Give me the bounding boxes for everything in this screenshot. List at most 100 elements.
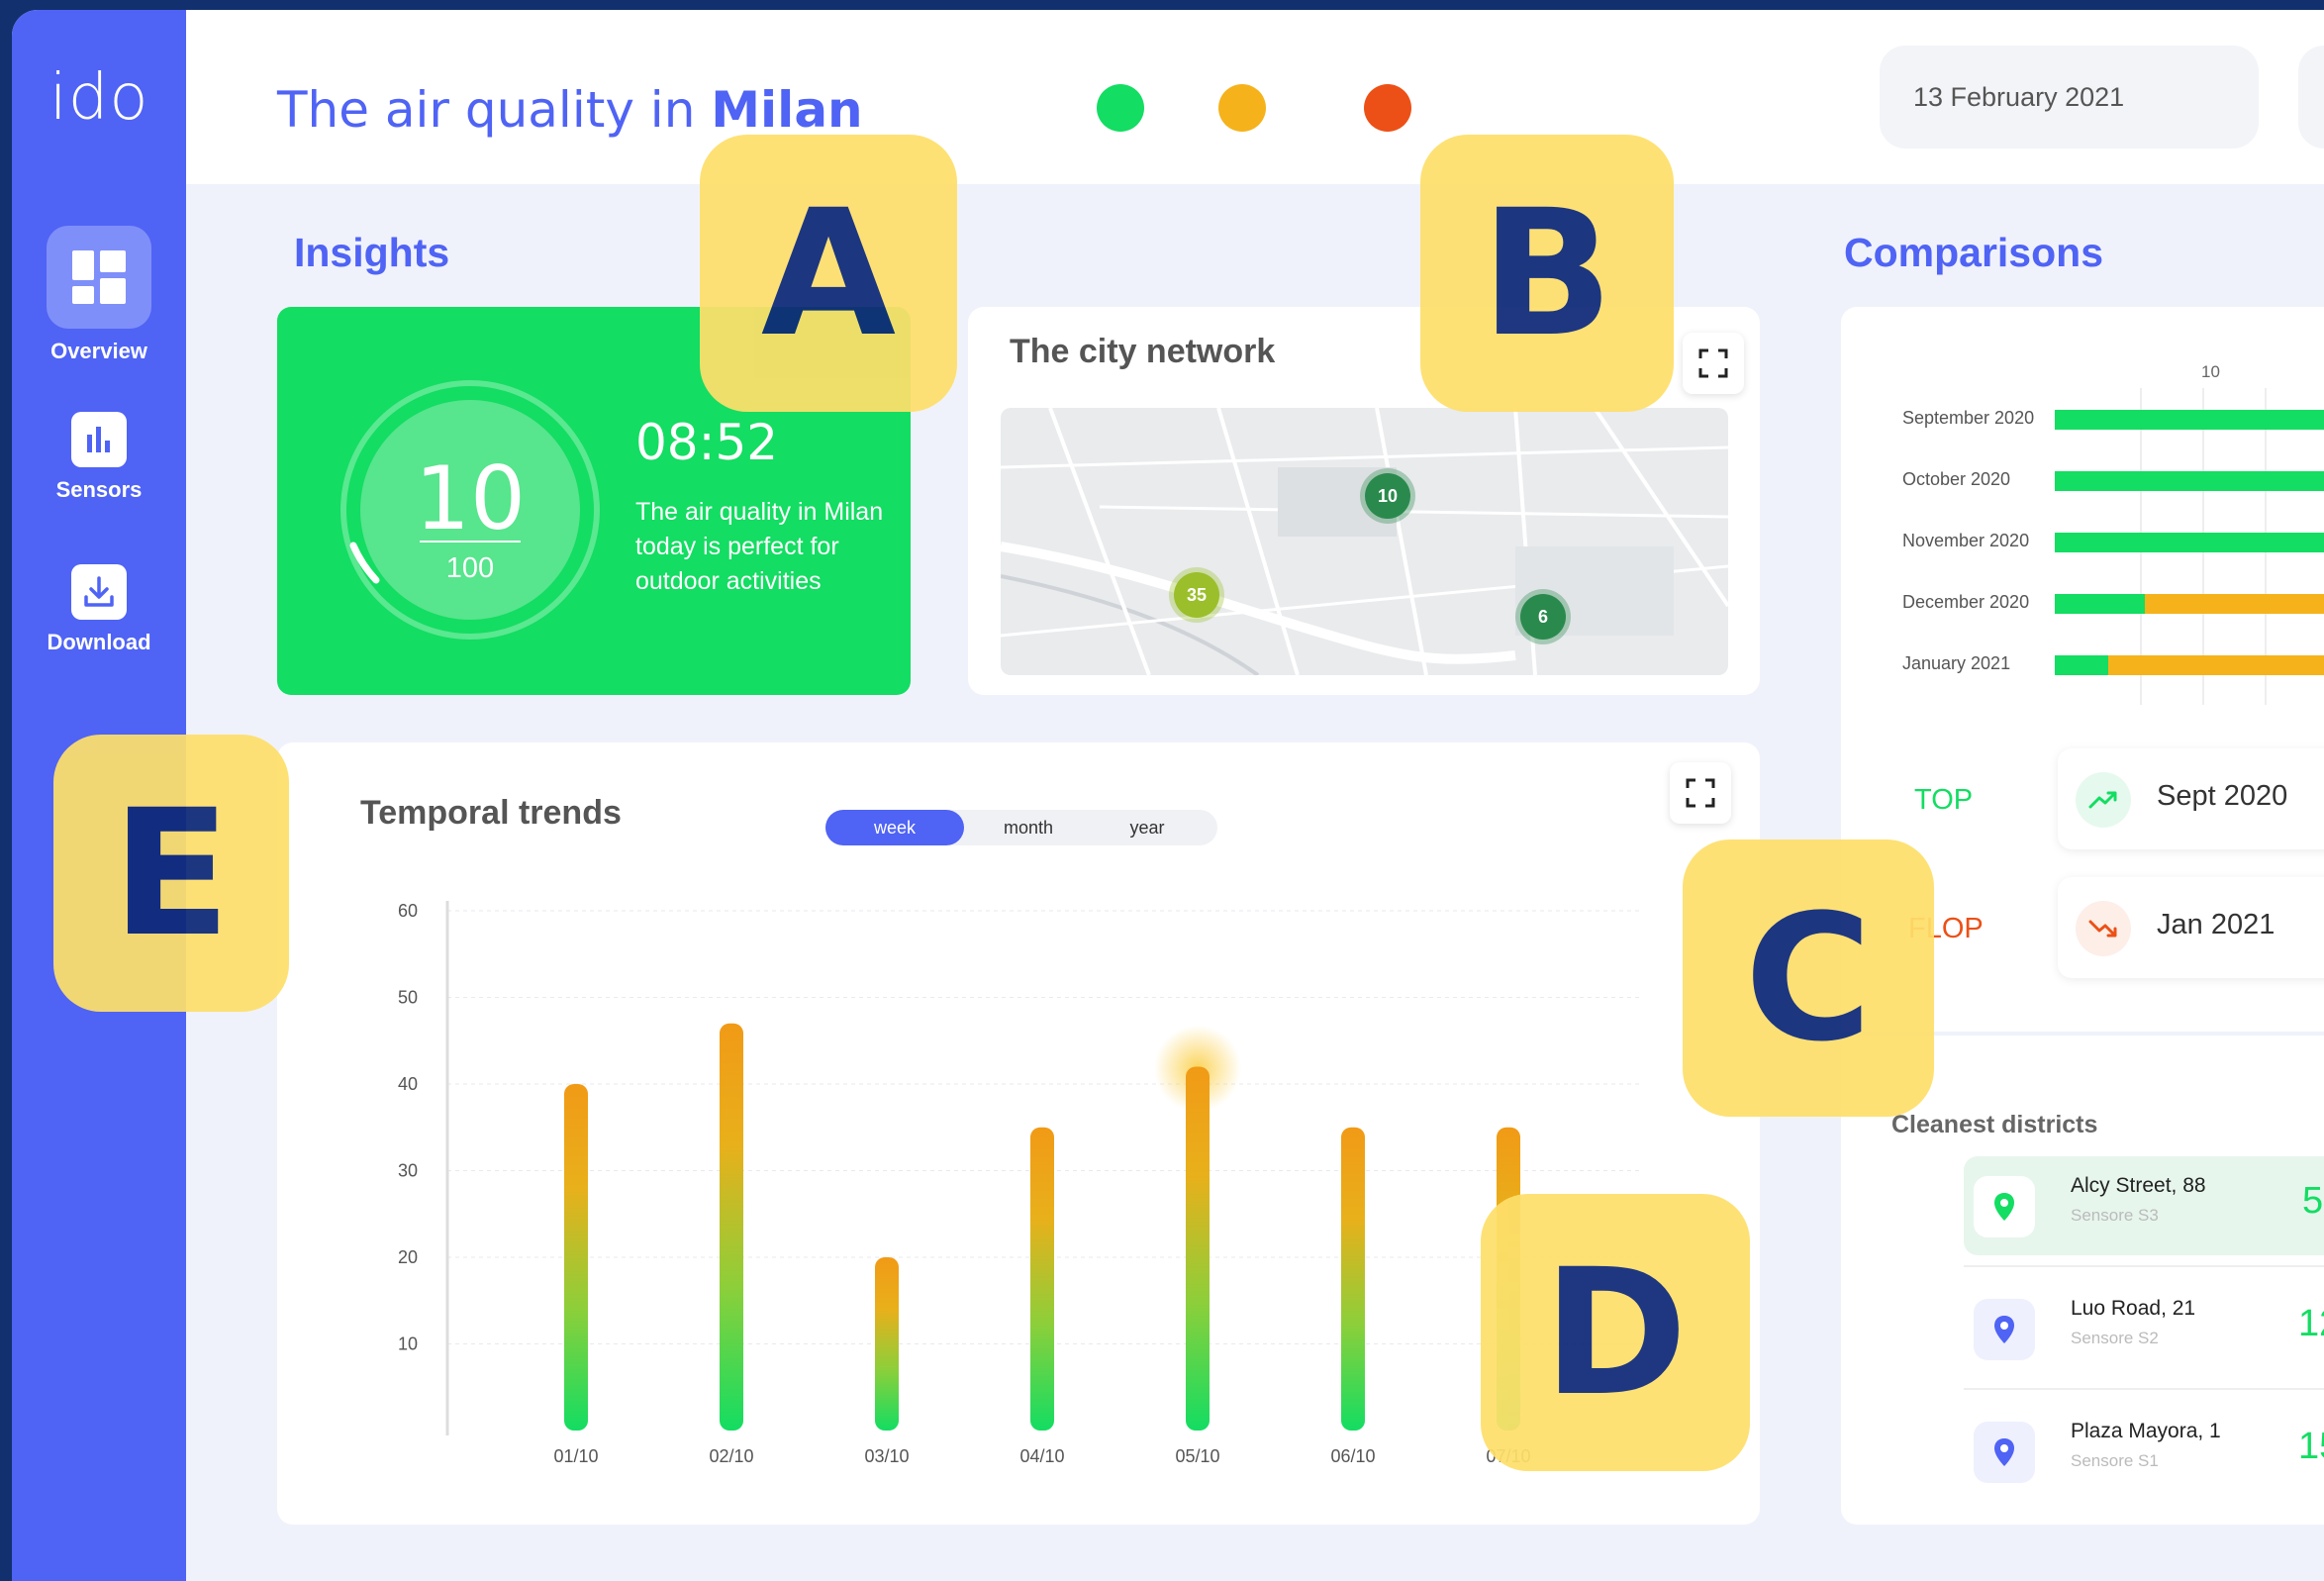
tab-year[interactable]: year: [1093, 810, 1202, 845]
x-tick-label: 02/10: [709, 1446, 753, 1466]
insight-description: The air quality in Milan today is perfec…: [635, 498, 884, 595]
top-label: TOP: [1914, 784, 1974, 816]
divider: [1964, 1388, 2324, 1390]
comparison-bar: [2055, 471, 2324, 491]
trending-down-icon: [2076, 901, 2131, 956]
download-icon: [71, 564, 127, 620]
annotation-badge-b: B: [1420, 135, 1674, 412]
expand-map-button[interactable]: [1683, 333, 1744, 394]
divider: [1964, 1265, 2324, 1267]
status-dot-good: [1097, 84, 1144, 132]
chart-bar: [1186, 1066, 1210, 1431]
chart-bar: [1341, 1127, 1365, 1431]
cleanest-districts-title: Cleanest districts: [1891, 1111, 2098, 1138]
comparison-month-label: December 2020: [1902, 592, 2030, 612]
gauge-divider: [420, 541, 521, 543]
chart-bar: [1030, 1127, 1054, 1431]
city-map[interactable]: 10 35 6: [1001, 408, 1728, 675]
chart-bar: [720, 1023, 743, 1431]
period-toggle: week month year: [825, 810, 1217, 845]
x-tick-label: 03/10: [864, 1446, 909, 1466]
gauge-value: 10: [415, 447, 526, 549]
sidebar-item-label: Sensors: [55, 477, 143, 502]
page-title: The air quality in Milan: [277, 81, 863, 139]
x-tick-label: 04/10: [1019, 1446, 1064, 1466]
map-pin-icon: [1974, 1422, 2035, 1483]
sidebar-item-sensors[interactable]: Sensors: [12, 412, 186, 503]
title-city: Milan: [711, 81, 863, 139]
chart-bar: [875, 1257, 899, 1431]
app-logo: ido: [49, 61, 149, 135]
y-tick-label: 10: [398, 1334, 418, 1354]
sidebar-item-label: Download: [47, 630, 151, 654]
district-value: 12: [2298, 1303, 2324, 1344]
list-item[interactable]: Alcy Street, 88 Sensore S3 5: [1964, 1156, 2324, 1255]
comparison-month-label: January 2021: [1902, 653, 2011, 673]
sidebar-item-download[interactable]: Download: [12, 564, 186, 655]
city-network-title: The city network: [1010, 333, 1276, 370]
date-selector[interactable]: 13 February 2021: [1880, 46, 2259, 148]
district-value: 15: [2298, 1426, 2324, 1467]
y-tick-label: 50: [398, 988, 418, 1008]
district-name: Luo Road, 21: [2071, 1297, 2196, 1320]
sidebar-item-overview[interactable]: Overview: [12, 226, 186, 364]
aqi-gauge: 10 100: [337, 376, 604, 643]
map-pin-icon: [1974, 1299, 2035, 1360]
x-tick-label: 06/10: [1330, 1446, 1375, 1466]
district-value: 5: [2302, 1180, 2324, 1222]
comparison-bar: [2055, 655, 2324, 675]
x-tick-label: 01/10: [553, 1446, 598, 1466]
annotation-badge-d: D: [1481, 1194, 1750, 1471]
comparison-bar: [2055, 594, 2324, 614]
header: The air quality in Milan 13 February 202…: [186, 10, 2324, 184]
expand-chart-button[interactable]: [1670, 762, 1731, 824]
trending-up-icon: [2076, 772, 2131, 828]
annotation-badge-a: A: [700, 135, 957, 412]
comparison-bar: [2055, 533, 2324, 552]
y-tick-label: 40: [398, 1074, 418, 1094]
comparison-month-label: September 2020: [1902, 408, 2035, 428]
map-marker[interactable]: 35: [1174, 572, 1219, 618]
temporal-trends-title: Temporal trends: [360, 794, 622, 832]
top-month-card[interactable]: Sept 2020: [2058, 748, 2324, 849]
app-window: ido Overview Sensors Download The air qu…: [12, 10, 2324, 1581]
district-sensor: Sensore S2: [2071, 1329, 2159, 1347]
annotation-badge-c: C: [1683, 840, 1934, 1117]
y-tick-label: 60: [398, 901, 418, 921]
district-sensor: Sensore S1: [2071, 1451, 2159, 1470]
status-dot-medium: [1218, 84, 1266, 132]
list-item[interactable]: Plaza Mayora, 1 Sensore S1 15: [1964, 1402, 2324, 1501]
district-name: Alcy Street, 88: [2071, 1174, 2206, 1197]
map-marker[interactable]: 6: [1520, 594, 1566, 640]
tab-week[interactable]: week: [825, 810, 964, 845]
district-sensor: Sensore S3: [2071, 1206, 2159, 1225]
gauge-max: 100: [445, 552, 495, 584]
current-time: 08:52: [635, 414, 779, 471]
sidebar-item-label: Overview: [50, 339, 147, 363]
y-tick-label: 20: [398, 1247, 418, 1267]
x-tick-label: 05/10: [1175, 1446, 1219, 1466]
gauge-face: 10 100: [360, 400, 580, 620]
top-month-value: Sept 2020: [2157, 780, 2288, 812]
comparison-month-label: October 2020: [1902, 469, 2011, 489]
flop-month-card[interactable]: Jan 2021: [2058, 877, 2324, 978]
comparisons-title: Comparisons: [1844, 230, 2103, 275]
list-item[interactable]: Luo Road, 21 Sensore S2 12: [1964, 1279, 2324, 1378]
map-pin-icon: [1974, 1176, 2035, 1237]
comparison-axis-tick: 10: [2201, 362, 2220, 381]
tab-month[interactable]: month: [974, 810, 1083, 845]
annotation-badge-e: E: [53, 735, 289, 1012]
chart-bar: [564, 1084, 588, 1431]
expand-icon: [1686, 778, 1715, 808]
dashboard-icon: [47, 226, 151, 329]
comparison-bar: [2055, 410, 2324, 430]
flop-month-value: Jan 2021: [2157, 909, 2276, 940]
comparison-month-label: November 2020: [1902, 531, 2030, 550]
y-tick-label: 30: [398, 1161, 418, 1181]
district-name: Plaza Mayora, 1: [2071, 1420, 2221, 1442]
header-action-button[interactable]: [2298, 46, 2324, 148]
insights-title: Insights: [294, 230, 450, 275]
map-marker[interactable]: 10: [1365, 473, 1410, 519]
title-prefix: The air quality in: [277, 81, 712, 139]
bar-chart-icon: [71, 412, 127, 467]
